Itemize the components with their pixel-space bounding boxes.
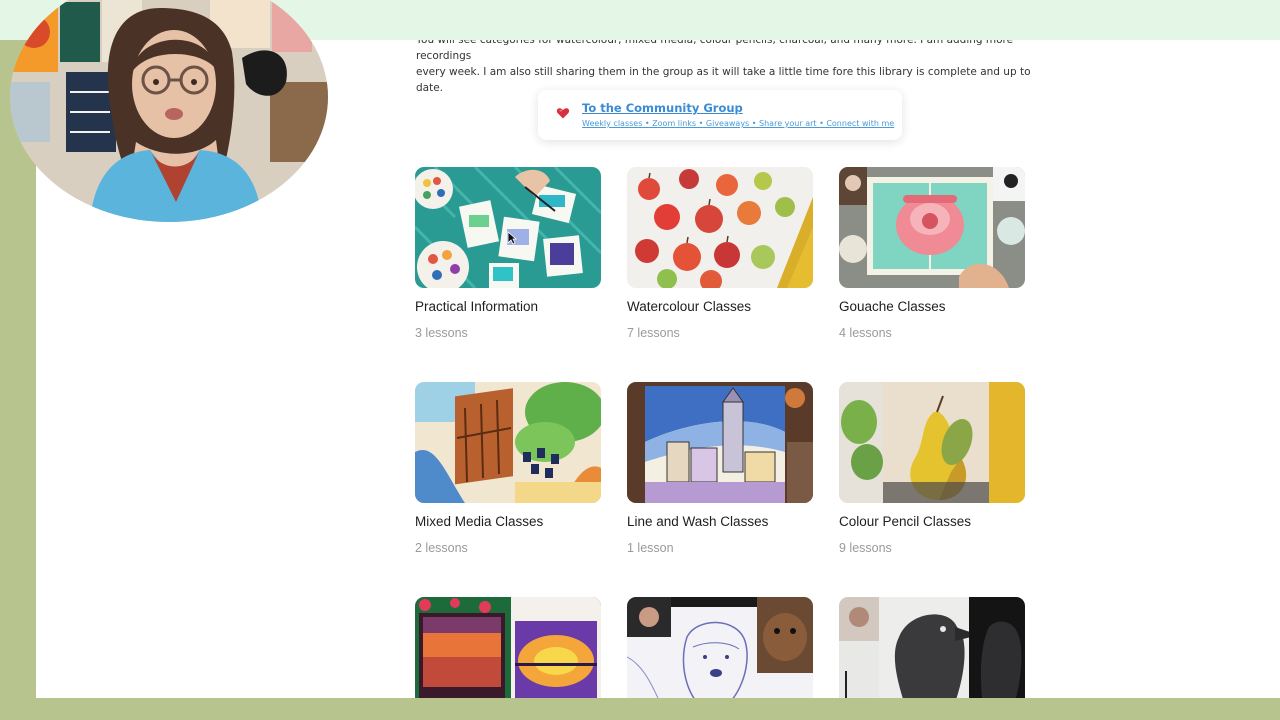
lesson-count: 7 lessons bbox=[627, 326, 680, 340]
intro-text: You will see categories for watercolour,… bbox=[416, 40, 1056, 96]
category-card-practical-information[interactable]: Practical Information 3 lessons bbox=[415, 167, 603, 340]
category-title[interactable]: Line and Wash Classes bbox=[627, 514, 768, 529]
lesson-count: 2 lessons bbox=[415, 541, 468, 555]
category-card-mixed-media[interactable]: Mixed Media Classes 2 lessons bbox=[415, 382, 603, 555]
lesson-count: 3 lessons bbox=[415, 326, 468, 340]
category-title[interactable]: Mixed Media Classes bbox=[415, 514, 543, 529]
category-card-watercolour[interactable]: Watercolour Classes 7 lessons bbox=[627, 167, 815, 340]
category-thumbnail[interactable] bbox=[627, 167, 813, 288]
lesson-count: 4 lessons bbox=[839, 326, 892, 340]
category-thumbnail[interactable] bbox=[415, 597, 601, 698]
intro-line-1: You will see categories for watercolour,… bbox=[416, 40, 1014, 62]
category-title[interactable]: Watercolour Classes bbox=[627, 299, 751, 314]
category-title[interactable]: Practical Information bbox=[415, 299, 538, 314]
category-card-charcoal-raven[interactable] bbox=[839, 597, 1027, 698]
category-title[interactable]: Colour Pencil Classes bbox=[839, 514, 971, 529]
category-card-colour-pencil[interactable]: Colour Pencil Classes 9 lessons bbox=[839, 382, 1027, 555]
category-title[interactable]: Gouache Classes bbox=[839, 299, 946, 314]
category-card-sunset-painting[interactable] bbox=[415, 597, 603, 698]
category-thumbnail[interactable] bbox=[839, 597, 1025, 698]
lesson-count: 9 lessons bbox=[839, 541, 892, 555]
community-group-banner[interactable]: To the Community Group Weekly classes • … bbox=[538, 90, 902, 140]
community-group-link[interactable]: To the Community Group bbox=[582, 101, 743, 115]
category-card-line-and-wash[interactable]: Line and Wash Classes 1 lesson bbox=[627, 382, 815, 555]
category-thumbnail[interactable] bbox=[839, 167, 1025, 288]
category-thumbnail[interactable] bbox=[627, 597, 813, 698]
category-thumbnail[interactable] bbox=[415, 167, 601, 288]
category-thumbnail[interactable] bbox=[627, 382, 813, 503]
category-thumbnail[interactable] bbox=[839, 382, 1025, 503]
category-thumbnail[interactable] bbox=[415, 382, 601, 503]
community-group-subtitle[interactable]: Weekly classes • Zoom links • Giveaways … bbox=[582, 119, 894, 128]
category-card-gouache[interactable]: Gouache Classes 4 lessons bbox=[839, 167, 1027, 340]
lesson-count: 1 lesson bbox=[627, 541, 674, 555]
mouse-cursor-icon bbox=[507, 231, 517, 245]
heart-icon bbox=[556, 108, 570, 119]
category-card-bear-sketch[interactable] bbox=[627, 597, 815, 698]
